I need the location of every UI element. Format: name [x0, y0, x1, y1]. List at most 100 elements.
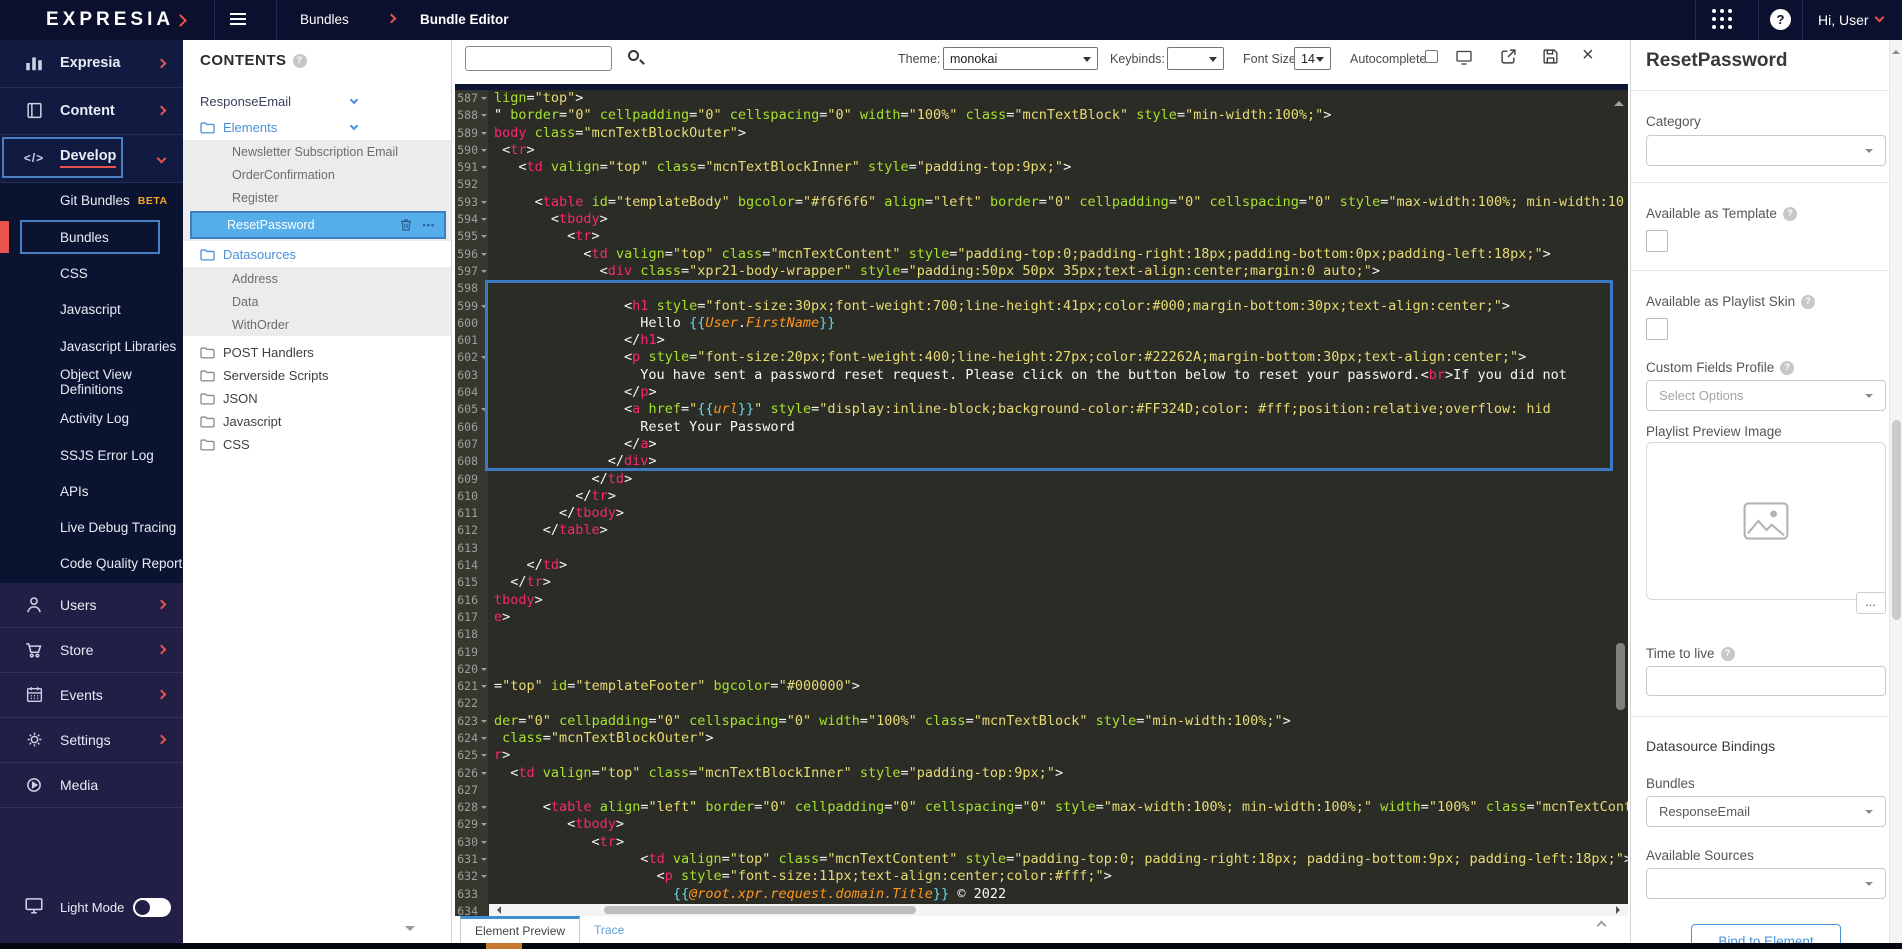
- tree-item-javascript[interactable]: Javascript: [183, 410, 451, 433]
- help-icon[interactable]: ?: [1782, 206, 1797, 221]
- tree-item-data[interactable]: Data: [183, 290, 451, 313]
- fold-toggle-icon[interactable]: [481, 823, 487, 829]
- user-menu[interactable]: Hi, User: [1818, 12, 1869, 28]
- chevron-down-icon[interactable]: [349, 95, 359, 105]
- scroll-up-icon[interactable]: [1892, 46, 1900, 54]
- sidebar-subitem-css[interactable]: CSS: [0, 255, 183, 291]
- fold-toggle-icon[interactable]: [481, 685, 487, 691]
- tree-item-datasources[interactable]: Datasources: [183, 241, 451, 267]
- sidebar-subitem-javascript[interactable]: Javascript: [0, 292, 183, 328]
- available-sources-select[interactable]: [1646, 868, 1886, 899]
- sidebar-subitem-git-bundles[interactable]: Git Bundles BETA: [0, 183, 183, 219]
- fold-toggle-icon[interactable]: [481, 114, 487, 120]
- fold-toggle-icon[interactable]: [481, 200, 487, 207]
- sidebar-item-media[interactable]: Media: [0, 763, 183, 808]
- tree-item-register[interactable]: Register: [183, 186, 451, 209]
- keybinds-select[interactable]: [1167, 47, 1224, 70]
- fold-toggle-icon[interactable]: [481, 148, 487, 155]
- editor-horizontal-scrollbar[interactable]: [489, 904, 1628, 916]
- category-select[interactable]: [1646, 135, 1886, 166]
- more-options-icon[interactable]: •••: [423, 220, 435, 230]
- preview-image-more-button[interactable]: ...: [1856, 592, 1886, 614]
- sidebar-item-develop[interactable]: </> Develop: [0, 135, 183, 183]
- scroll-left-icon[interactable]: [493, 906, 501, 914]
- chevron-down-icon[interactable]: [349, 121, 359, 131]
- help-icon[interactable]: ?: [1780, 360, 1795, 375]
- sidebar-subitem-activity-log[interactable]: Activity Log: [0, 401, 183, 437]
- time-to-live-input[interactable]: [1646, 666, 1886, 696]
- editor-scroll-up-icon[interactable]: [1614, 96, 1624, 106]
- fold-toggle-icon[interactable]: [481, 269, 487, 276]
- code-editor[interactable]: 587 lign="top"> 588 " border="0" cellpaddin…: [455, 90, 1628, 916]
- horizontal-scrollbar-thumb[interactable]: [604, 906, 916, 914]
- help-icon[interactable]: ?: [1770, 9, 1791, 30]
- tab-element-preview[interactable]: Element Preview: [460, 916, 581, 944]
- tree-item-elements[interactable]: Elements: [183, 114, 451, 140]
- fold-toggle-icon[interactable]: [481, 235, 487, 241]
- fold-toggle-icon[interactable]: [481, 408, 487, 414]
- playlist-preview-image-dropzone[interactable]: [1646, 442, 1886, 600]
- tree-item-orderconfirmation[interactable]: OrderConfirmation: [183, 163, 451, 186]
- sidebar-item-content[interactable]: Content: [0, 88, 183, 136]
- tree-item-resetpassword[interactable]: ResetPassword •••: [190, 211, 446, 239]
- sidebar-item-events[interactable]: Events: [0, 673, 183, 718]
- sidebar-subitem-bundles[interactable]: Bundles: [0, 219, 183, 255]
- scroll-right-icon[interactable]: [1616, 906, 1624, 914]
- fold-toggle-icon[interactable]: [481, 858, 487, 864]
- tree-item-serverside-scripts[interactable]: Serverside Scripts: [183, 364, 451, 387]
- fold-toggle-icon[interactable]: [481, 840, 487, 847]
- inspector-scrollbar-thumb[interactable]: [1892, 420, 1901, 620]
- open-external-icon[interactable]: [1500, 48, 1518, 66]
- font-size-select[interactable]: 14: [1294, 47, 1331, 70]
- menu-icon[interactable]: [230, 13, 246, 28]
- sidebar-item-users[interactable]: Users: [0, 583, 183, 628]
- inspector-scrollbar[interactable]: [1889, 40, 1902, 949]
- sidebar-subitem-apis[interactable]: APIs: [0, 473, 183, 509]
- contents-help-icon[interactable]: ?: [292, 53, 307, 68]
- fold-toggle-icon[interactable]: [481, 218, 487, 224]
- fold-toggle-icon[interactable]: [481, 806, 487, 812]
- app-logo[interactable]: EXPRESIA: [46, 9, 187, 31]
- tree-item-responseemail[interactable]: ResponseEmail: [183, 88, 451, 114]
- fold-toggle-icon[interactable]: [481, 166, 487, 172]
- available-as-template-checkbox[interactable]: [1646, 230, 1668, 252]
- help-icon[interactable]: ?: [1801, 294, 1816, 309]
- autocomplete-checkbox[interactable]: [1425, 50, 1438, 63]
- fold-toggle-icon[interactable]: [481, 304, 487, 311]
- apps-grid-icon[interactable]: [1712, 9, 1732, 29]
- light-mode-toggle-row[interactable]: Light Mode: [0, 885, 183, 930]
- delete-icon[interactable]: [399, 218, 413, 232]
- fold-toggle-icon[interactable]: [481, 719, 487, 726]
- sidebar-item-settings[interactable]: Settings: [0, 718, 183, 763]
- editor-search-input[interactable]: [465, 46, 612, 71]
- tree-item-post-handlers[interactable]: POST Handlers: [183, 341, 451, 364]
- sidebar-subitem-live-debug-tracing[interactable]: Live Debug Tracing: [0, 509, 183, 545]
- close-icon[interactable]: ×: [1582, 44, 1594, 67]
- light-mode-switch[interactable]: [133, 897, 171, 917]
- sidebar-subitem-code-quality-report[interactable]: Code Quality Report: [0, 546, 183, 582]
- tab-trace[interactable]: Trace: [580, 916, 638, 944]
- tree-item-css[interactable]: CSS: [183, 433, 451, 456]
- breadcrumb-bundles[interactable]: Bundles: [300, 12, 349, 27]
- available-as-playlist-skin-checkbox[interactable]: [1646, 318, 1668, 340]
- save-icon[interactable]: [1542, 48, 1560, 66]
- fold-toggle-icon[interactable]: [481, 252, 487, 259]
- fold-toggle-icon[interactable]: [481, 771, 487, 778]
- contents-scroll-down-icon[interactable]: [405, 926, 415, 936]
- tree-item-json[interactable]: JSON: [183, 387, 451, 410]
- fold-toggle-icon[interactable]: [481, 875, 487, 881]
- fold-toggle-icon[interactable]: [481, 667, 487, 674]
- custom-fields-profile-select[interactable]: Select Options: [1646, 380, 1886, 411]
- tree-item-address[interactable]: Address: [183, 267, 451, 290]
- sidebar-subitem-ssjs-error-log[interactable]: SSJS Error Log: [0, 437, 183, 473]
- sidebar-item-expresia[interactable]: Expresia: [0, 40, 183, 88]
- tree-item-newsletter-subscription-email[interactable]: Newsletter Subscription Email: [183, 140, 451, 163]
- fold-toggle-icon[interactable]: [481, 754, 487, 760]
- help-icon[interactable]: ?: [1720, 646, 1735, 661]
- editor-vertical-scrollbar-thumb[interactable]: [1616, 643, 1625, 710]
- bundles-select[interactable]: ResponseEmail: [1646, 796, 1886, 827]
- fold-toggle-icon[interactable]: [481, 97, 487, 103]
- tree-item-withorder[interactable]: WithOrder: [183, 313, 451, 336]
- sidebar-subitem-object-view-definitions[interactable]: Object View Definitions: [0, 364, 183, 400]
- sidebar-subitem-javascript-libraries[interactable]: Javascript Libraries: [0, 328, 183, 364]
